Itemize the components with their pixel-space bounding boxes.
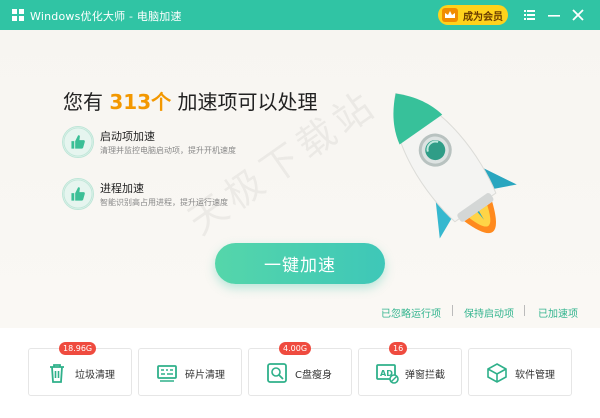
count-badge: 16 bbox=[389, 342, 408, 355]
disk-search-icon bbox=[267, 363, 287, 383]
size-badge: 4.00G bbox=[279, 342, 312, 355]
trash-icon bbox=[50, 364, 64, 383]
tool-software-manager[interactable]: 软件管理 bbox=[468, 348, 572, 396]
feature-desc: 清理并监控电脑启动项，提升开机速度 bbox=[100, 146, 236, 155]
tool-junk-clean[interactable]: 18.96G 垃圾清理 bbox=[28, 342, 132, 396]
tool-c-drive-slim[interactable]: 4.00G C盘瘦身 bbox=[248, 342, 352, 396]
window-title: Windows优化大师 - 电脑加速 bbox=[30, 10, 182, 23]
minimize-icon[interactable] bbox=[546, 7, 562, 23]
tool-label: 碎片清理 bbox=[185, 370, 225, 381]
box-icon bbox=[487, 363, 507, 383]
kept-startup-link[interactable]: 保持启动项 bbox=[464, 305, 514, 320]
headline-suffix: 加速项可以处理 bbox=[177, 90, 318, 114]
tool-label: 垃圾清理 bbox=[75, 370, 115, 381]
link-divider bbox=[524, 305, 525, 316]
disk-defrag-icon bbox=[157, 365, 177, 382]
main-panel: 您有 313个 加速项可以处理 启动项加速 清理并监控电脑启动项，提升开机速度 … bbox=[0, 30, 600, 328]
close-icon[interactable] bbox=[570, 7, 586, 23]
menu-icon[interactable] bbox=[521, 7, 537, 23]
feature-title: 进程加速 bbox=[100, 182, 144, 195]
tool-defrag[interactable]: 碎片清理 bbox=[138, 348, 242, 396]
thumbs-up-icon bbox=[62, 178, 94, 210]
tool-label: C盘瘦身 bbox=[295, 370, 332, 381]
tool-popup-block[interactable]: 16 AD 弹窗拦截 bbox=[358, 342, 462, 396]
link-divider bbox=[452, 305, 453, 316]
windows-logo-icon bbox=[12, 9, 24, 21]
vip-label: 成为会员 bbox=[463, 11, 503, 23]
vip-button[interactable]: 成为会员 bbox=[438, 5, 508, 25]
accelerated-items-link[interactable]: 已加速项 bbox=[538, 305, 578, 320]
thumbs-up-icon bbox=[62, 126, 94, 158]
headline-count: 313个 bbox=[109, 90, 172, 114]
crown-icon bbox=[442, 8, 458, 22]
feature-title: 启动项加速 bbox=[100, 130, 155, 143]
rocket-illustration bbox=[393, 92, 517, 239]
headline-prefix: 您有 bbox=[63, 90, 103, 114]
tools-bar: 18.96G 垃圾清理 碎片清理 4.00G C盘瘦身 16 AD 弹窗拦截 软… bbox=[0, 328, 600, 418]
ad-block-icon: AD bbox=[376, 364, 399, 384]
size-badge: 18.96G bbox=[59, 342, 97, 355]
speed-up-button[interactable]: 一键加速 bbox=[215, 243, 385, 284]
title-bar: Windows优化大师 - 电脑加速 成为会员 bbox=[0, 0, 600, 30]
headline: 您有 313个 加速项可以处理 bbox=[63, 86, 317, 115]
ignored-items-link[interactable]: 已忽略运行项 bbox=[381, 305, 441, 320]
tool-label: 弹窗拦截 bbox=[405, 370, 445, 381]
tool-label: 软件管理 bbox=[515, 370, 555, 381]
